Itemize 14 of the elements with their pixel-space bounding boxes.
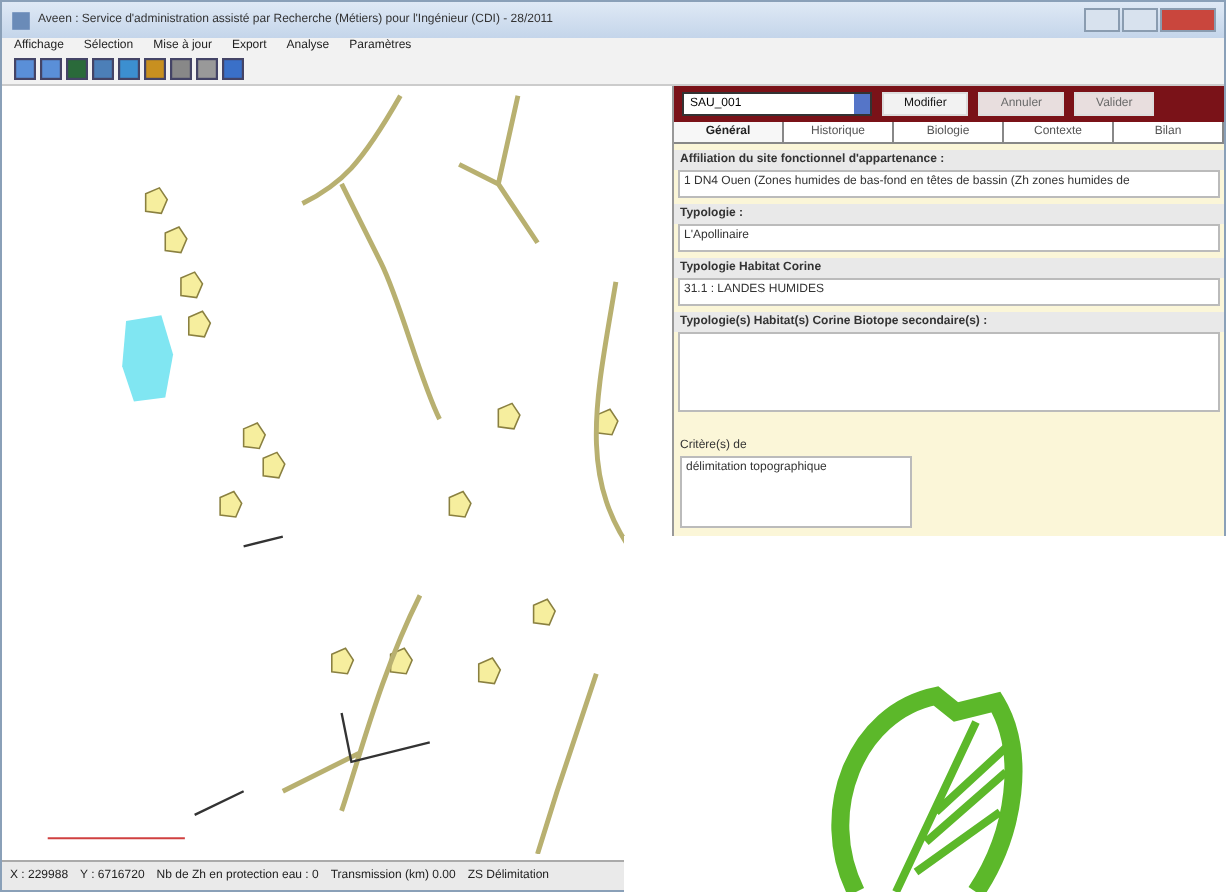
toolbar-icon[interactable] xyxy=(14,58,36,80)
app-icon xyxy=(10,9,32,31)
toolbar-icon[interactable] xyxy=(170,58,192,80)
minimize-button[interactable] xyxy=(1084,8,1120,32)
toolbar-icon[interactable] xyxy=(118,58,140,80)
maximize-button[interactable] xyxy=(1122,8,1158,32)
toolbar-icon[interactable] xyxy=(144,58,166,80)
close-button[interactable] xyxy=(1160,8,1216,32)
toolbar-icon[interactable] xyxy=(66,58,88,80)
toolbar-icon[interactable] xyxy=(196,58,218,80)
field-value[interactable] xyxy=(678,332,1220,412)
toolbar-icon[interactable] xyxy=(222,58,244,80)
toolbar-icon[interactable] xyxy=(40,58,62,80)
toolbar-icon[interactable] xyxy=(92,58,114,80)
